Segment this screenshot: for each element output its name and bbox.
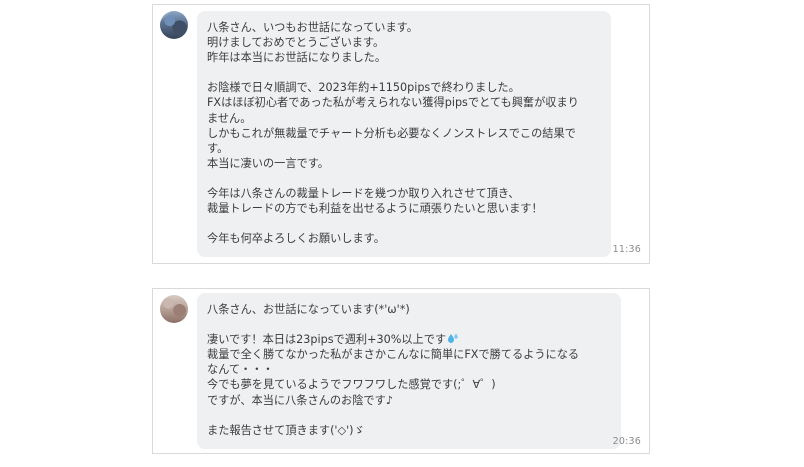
message-line: お陰様で日々順調で、2023年約+1150pipsで終わりました。 (207, 81, 520, 95)
message-line (207, 171, 601, 186)
message-line (207, 65, 601, 80)
message-line: 明けましておめでとうございます。 (207, 36, 385, 50)
message-line: ですが、本当に八条さんのお陰です♪ (207, 393, 393, 407)
message-line: 裁量で全く勝てなかった私がまさかこんなに簡単にFXで勝てるようになる (207, 348, 580, 362)
message-line: 今年は八条さんの裁量トレードを幾つか取り入れさせて頂き、 (207, 187, 520, 201)
message-bubble: 八条さん、いつもお世話になっています。 明けましておめでとうございます。 昨年は… (197, 11, 611, 257)
message-line (207, 408, 611, 423)
message-timestamp: 11:36 (612, 244, 641, 255)
message-line: 今でも夢を見ているようでフワフワした感覚です(;゜∀゜) (207, 378, 496, 392)
avatar (160, 295, 188, 323)
sweat-droplets-icon (447, 333, 459, 345)
message-line: 八条さん、お世話になっています(*'ω'*) (207, 303, 410, 316)
message-line: 凄いです！本日は23pipsで週利+30%以上です (207, 332, 611, 347)
message-card: 八条さん、いつもお世話になっています。 明けましておめでとうございます。 昨年は… (152, 4, 650, 264)
message-line: 今年も何卒よろしくお願いします。 (207, 232, 385, 246)
message-line: FXはほぼ初心者であった私が考えられない獲得pipsでとても興奮が収まり (207, 96, 579, 110)
message-line: す。 (207, 141, 229, 155)
message-line: ません。 (207, 111, 252, 125)
message-line: なんて・・・ (207, 363, 274, 377)
message-line: 本当に凄いの一言です。 (207, 156, 329, 170)
message-card: 八条さん、お世話になっています(*'ω'*) 凄いです！本日は23pipsで週利… (152, 288, 650, 454)
message-line (207, 317, 611, 332)
message-line: 昨年は本当にお世話になりました。 (207, 51, 387, 65)
avatar (160, 11, 188, 39)
message-line: また報告させて頂きます('◇')ゞ (207, 423, 365, 437)
message-line: 八条さん、いつもお世話になっています。 (207, 21, 418, 34)
message-line-text: 凄いです！本日は23pipsで週利+30%以上です (207, 333, 447, 347)
message-line: 裁量トレードの方でも利益を出せるように頑張りたいと思います！ (207, 202, 543, 216)
message-line: しかもこれが無裁量でチャート分析も必要なくノンストレスでこの結果で (207, 126, 576, 140)
message-bubble: 八条さん、お世話になっています(*'ω'*) 凄いです！本日は23pipsで週利… (197, 293, 621, 449)
message-timestamp: 20:36 (612, 436, 641, 447)
message-line (207, 216, 601, 231)
